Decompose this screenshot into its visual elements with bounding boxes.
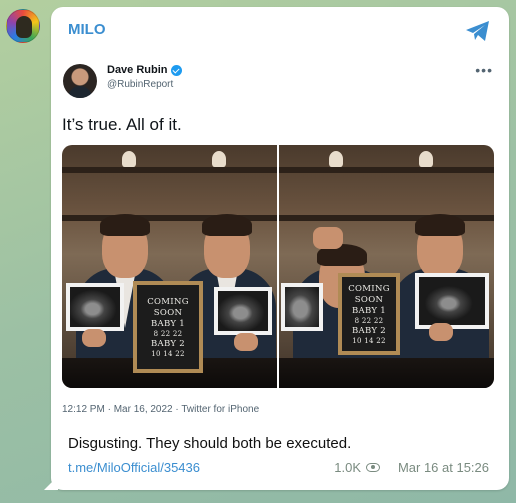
views-count: 1.0K bbox=[334, 460, 380, 475]
tweet-photo-left[interactable]: COMING SOON BABY 1 8 22 22 BABY 2 10 14 … bbox=[62, 145, 277, 388]
avatar-figure bbox=[16, 16, 32, 38]
board-line: BABY 2 bbox=[351, 325, 386, 336]
table bbox=[279, 358, 494, 388]
tweet-author-avatar[interactable] bbox=[63, 64, 97, 98]
tweet-author-handle: @RubinReport bbox=[107, 79, 174, 90]
lamp bbox=[329, 151, 343, 167]
tweet-photo-right[interactable]: COMING SOON BABY 1 8 22 22 BABY 2 10 14 … bbox=[279, 145, 494, 388]
message-timestamp: Mar 16 at 15:26 bbox=[397, 460, 489, 475]
tweet-text: It’s true. All of it. bbox=[62, 115, 182, 134]
hand-on-face bbox=[313, 227, 343, 249]
sonogram-right bbox=[214, 287, 272, 335]
board-line: SOON bbox=[153, 307, 183, 318]
board-line: 10 14 22 bbox=[151, 349, 185, 358]
post-link[interactable]: t.me/MiloOfficial/35436 bbox=[68, 460, 200, 475]
channel-name[interactable]: MILO bbox=[68, 21, 106, 38]
verified-badge-icon bbox=[170, 64, 182, 76]
board-line: 10 14 22 bbox=[352, 336, 386, 345]
board-line: COMING bbox=[348, 283, 390, 294]
board-line: BABY 1 bbox=[351, 305, 386, 316]
board-line: SOON bbox=[354, 294, 384, 305]
sonogram-right bbox=[415, 273, 489, 329]
board-line: 8 22 22 bbox=[354, 316, 384, 325]
views-text: 1.0K bbox=[334, 460, 361, 475]
board-line: COMING bbox=[147, 296, 189, 307]
sonogram-left bbox=[66, 283, 124, 331]
hand bbox=[82, 329, 106, 347]
channel-avatar[interactable] bbox=[6, 9, 40, 43]
hand bbox=[234, 333, 258, 351]
author-name-text: Dave Rubin bbox=[107, 64, 168, 76]
telegram-share-icon[interactable] bbox=[465, 20, 491, 42]
lamp bbox=[419, 151, 433, 167]
board-line: 8 22 22 bbox=[153, 329, 183, 338]
sonogram-left bbox=[281, 283, 323, 331]
tweet-photos[interactable]: COMING SOON BABY 1 8 22 22 BABY 2 10 14 … bbox=[62, 145, 494, 388]
letterboard: COMING SOON BABY 1 8 22 22 BABY 2 10 14 … bbox=[338, 273, 400, 355]
hand bbox=[429, 323, 453, 341]
message-text: Disgusting. They should both be executed… bbox=[68, 435, 352, 452]
tweet-embed[interactable]: Dave Rubin @RubinReport ••• It’s true. A… bbox=[51, 52, 509, 427]
shelf bbox=[62, 167, 277, 173]
lamp bbox=[122, 151, 136, 167]
tweet-meta: 12:12 PM · Mar 16, 2022 · Twitter for iP… bbox=[62, 404, 260, 415]
lamp bbox=[212, 151, 226, 167]
board-line: BABY 1 bbox=[150, 318, 185, 329]
message-bubble: MILO Dave Rubin @RubinReport ••• It’s tr… bbox=[51, 7, 509, 490]
more-options-icon[interactable]: ••• bbox=[475, 62, 493, 78]
board-line: BABY 2 bbox=[150, 338, 185, 349]
tweet-author-name[interactable]: Dave Rubin bbox=[107, 64, 182, 76]
shelf bbox=[279, 167, 494, 173]
eye-icon bbox=[366, 463, 380, 472]
letterboard: COMING SOON BABY 1 8 22 22 BABY 2 10 14 … bbox=[133, 281, 203, 373]
